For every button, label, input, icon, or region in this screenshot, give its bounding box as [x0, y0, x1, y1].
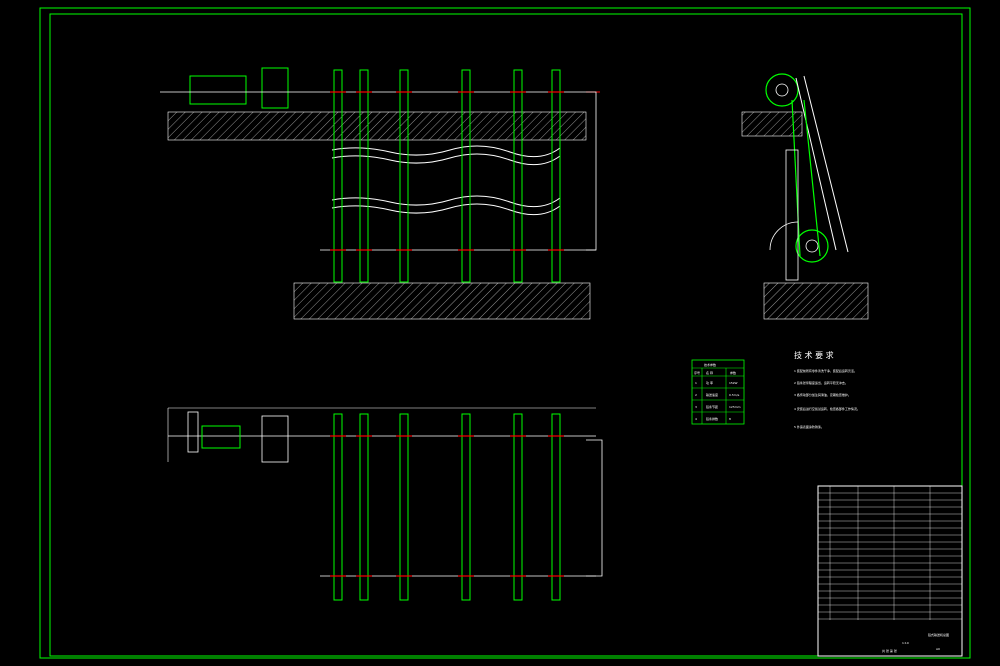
chain-strand-side-2 — [803, 99, 821, 257]
plan-strand-3 — [399, 413, 409, 601]
outer-frame — [39, 7, 971, 659]
side-arc — [769, 221, 799, 251]
plan-reducer — [261, 415, 289, 463]
tension-line — [586, 91, 597, 251]
drawing-scale: 1:10 — [902, 641, 909, 645]
break-line-3 — [331, 195, 561, 208]
tech-req-note-5: 5 外露表面涂防锈漆。 — [794, 424, 824, 429]
plan-strand-5 — [513, 413, 523, 601]
ground-hatch-upper — [167, 111, 587, 141]
technical-requirements: 技 术 要 求 1 装配前所有零件清洗干净，装配后运转灵活。 2 链条张紧程度适… — [794, 350, 860, 429]
inner-frame — [49, 13, 963, 657]
reducer-front — [261, 67, 289, 109]
plan-view — [167, 407, 603, 601]
tech-req-note-1: 1 装配前所有零件清洗干净，装配后运转灵活。 — [794, 368, 857, 373]
param-r3-no: 3 — [695, 405, 697, 409]
motor-front — [189, 75, 247, 105]
drawing-sheet: 共 张 第 张 — [882, 648, 897, 653]
title-block: 链式输送机总图 A0 1:10 共 张 第 张 — [817, 485, 963, 657]
inclined-frame-1 — [795, 77, 837, 251]
param-head-no: 序号 — [694, 370, 700, 375]
cad-drawing-canvas: 技 术 要 求 1 装配前所有零件清洗干净，装配后运转灵活。 2 链条张紧程度适… — [0, 0, 1000, 666]
param-r4-no: 4 — [695, 417, 697, 421]
param-head-name: 名 称 — [706, 370, 713, 375]
param-r4-val: 8 — [729, 417, 731, 421]
param-r1-val: 15kW — [729, 381, 738, 385]
head-sprocket — [765, 73, 799, 107]
param-r1-name: 功 率 — [706, 380, 713, 385]
parameter-table: 技术参数 序号 名 称 参数 1 功 率 15kW 2 输送速度 0.5m/s … — [691, 359, 745, 425]
tail-sprocket-hub — [805, 239, 819, 253]
plan-motor — [201, 425, 241, 449]
param-title: 技术参数 — [704, 362, 716, 367]
tech-req-note-2: 2 链条张紧程度适当，运转平稳无冲击。 — [794, 380, 848, 385]
plan-strand-1 — [333, 413, 343, 601]
head-sprocket-hub — [775, 83, 789, 97]
side-ground-lower — [763, 282, 869, 320]
param-r2-no: 2 — [695, 393, 697, 397]
ground-hatch-lower — [293, 282, 591, 320]
side-column — [785, 149, 799, 281]
plan-motor-base — [187, 411, 199, 453]
tail-sprocket — [795, 229, 829, 263]
drawing-number: A0 — [936, 647, 940, 651]
param-r2-name: 输送速度 — [706, 392, 718, 397]
param-r3-name: 链条节距 — [706, 404, 718, 409]
param-r4-name: 链条排数 — [706, 416, 718, 421]
title-block-frame — [817, 485, 963, 657]
plan-strand-2 — [359, 413, 369, 601]
param-r2-val: 0.5m/s — [729, 393, 740, 397]
break-line-1 — [331, 145, 561, 158]
drawing-svg: 技 术 要 求 1 装配前所有零件清洗干净，装配后运转灵活。 2 链条张紧程度适… — [39, 7, 971, 659]
param-r1-no: 1 — [695, 381, 697, 385]
param-table-frame — [691, 359, 745, 425]
tech-req-note-4: 4 安装后进行空载试运转，检查各部件工作情况。 — [794, 406, 860, 411]
drawing-title: 链式输送机总图 — [928, 632, 949, 637]
side-view — [741, 73, 869, 320]
param-head-value: 参数 — [730, 370, 736, 375]
param-r3-val: 125mm — [729, 405, 741, 409]
break-line-2 — [331, 153, 561, 166]
plan-tension-line — [586, 439, 603, 577]
tech-req-note-3: 3 各传动部分加注润滑油，定期检查维护。 — [794, 392, 851, 397]
plan-strand-6 — [551, 413, 561, 601]
front-view — [160, 67, 600, 320]
plan-strand-4 — [461, 413, 471, 601]
tech-req-title: 技 术 要 求 — [794, 350, 834, 360]
break-line-4 — [331, 203, 561, 216]
